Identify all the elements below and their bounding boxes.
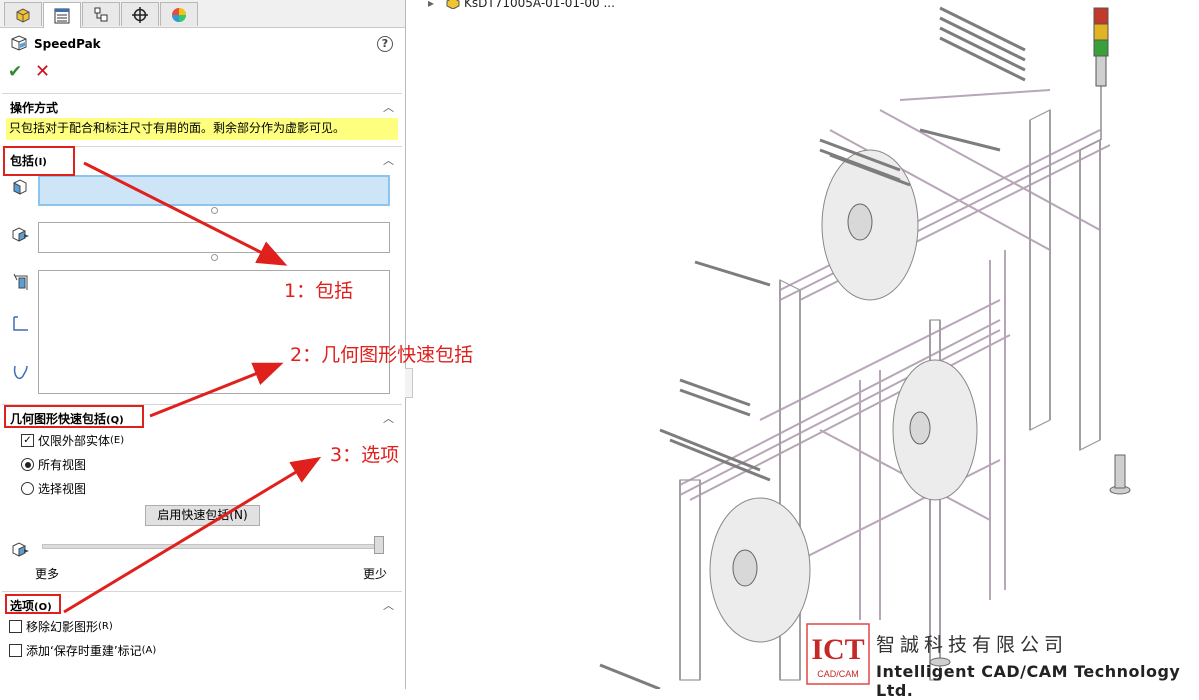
- options-highlight-box: [5, 594, 61, 614]
- divider: [2, 591, 402, 592]
- all-views-radio-row[interactable]: 所有视图: [21, 456, 86, 473]
- annotation-2: 2：几何图形快速包括: [290, 344, 474, 366]
- tab-display-manager[interactable]: [160, 2, 198, 26]
- annotation-1: 1：包括: [284, 280, 354, 302]
- chevron-up-icon[interactable]: ︿: [383, 597, 394, 613]
- page-title: SpeedPak: [34, 37, 101, 51]
- all-views-label: 所有视图: [38, 458, 87, 472]
- body-select-icon: [11, 225, 31, 246]
- select-views-radio-row[interactable]: 选择视图: [21, 480, 86, 497]
- select-views-radio[interactable]: [21, 482, 34, 495]
- sketch-select-icon: [11, 272, 31, 295]
- divider: [2, 93, 402, 94]
- all-views-radio[interactable]: [21, 458, 34, 471]
- remove-ghost-checkbox[interactable]: [9, 620, 22, 633]
- speedpak-icon: [10, 34, 28, 55]
- method-section-header[interactable]: 操作方式: [10, 99, 58, 116]
- include-highlight-box: [3, 146, 75, 176]
- rebuild-mark-key: (A): [141, 645, 157, 656]
- remove-ghost-checkbox-row[interactable]: 移除幻影图形 (R): [9, 618, 113, 635]
- outer-only-checkbox-row[interactable]: ✓ 仅限外部实体 (E): [21, 432, 124, 449]
- quick-include-slider-thumb[interactable]: [374, 536, 384, 554]
- tab-feature-manager[interactable]: [4, 2, 42, 26]
- tab-dimxpert-manager[interactable]: [121, 2, 159, 26]
- enable-quick-include-button[interactable]: 启用快速包括(N): [145, 505, 260, 526]
- resize-handle[interactable]: [211, 207, 218, 214]
- crosshair-icon: [132, 6, 148, 23]
- feature-tree-icon: [16, 7, 30, 23]
- slider-more-label: 更多: [35, 567, 60, 581]
- plane-select-icon: [11, 314, 31, 337]
- ok-button[interactable]: ✔: [8, 62, 22, 82]
- help-icon[interactable]: ?: [377, 36, 393, 52]
- rebuild-mark-label: 添加‘保存时重建’标记: [26, 644, 142, 658]
- company-logo: ICT CAD/CAM: [806, 622, 870, 686]
- outer-only-checkbox[interactable]: ✓: [21, 434, 34, 447]
- bodies-selection-box[interactable]: [38, 222, 390, 253]
- appearance-ball-icon: [172, 7, 186, 22]
- rebuild-mark-checkbox-row[interactable]: 添加‘保存时重建’标记 (A): [9, 642, 156, 659]
- company-name-chinese: 智誠科技有限公司: [876, 634, 1069, 656]
- outer-only-key: (E): [110, 435, 125, 446]
- remove-ghost-key: (R): [98, 621, 113, 632]
- quick-include-highlight-box: [4, 405, 144, 428]
- annotation-3: 3：选项: [330, 444, 400, 466]
- faces-selection-box[interactable]: [38, 175, 390, 206]
- quick-include-slider-track[interactable]: [42, 544, 384, 549]
- select-views-label: 选择视图: [38, 482, 87, 496]
- outer-only-label: 仅限外部实体: [38, 434, 111, 448]
- curve-select-icon: [11, 362, 31, 387]
- method-message: 只包括对于配合和标注尺寸有用的面。剩余部分作为虚影可见。: [6, 118, 398, 140]
- configuration-icon: [94, 7, 108, 21]
- company-name-english: Intelligent CAD/CAM Technology Ltd.: [876, 662, 1181, 700]
- resize-handle[interactable]: [211, 254, 218, 261]
- slider-less-label: 更少: [363, 567, 388, 581]
- logo-text: ICT: [811, 633, 864, 666]
- remove-ghost-label: 移除幻影图形: [26, 620, 99, 634]
- graphics-viewport[interactable]: ▸ KsDT71005A-01-01-00 ...: [406, 0, 1199, 689]
- property-list-icon: [54, 8, 70, 23]
- chevron-up-icon[interactable]: ︿: [383, 152, 394, 168]
- chevron-up-icon[interactable]: ︿: [383, 410, 394, 426]
- quick-include-slider-icon: [11, 540, 31, 561]
- cancel-button[interactable]: ✕: [35, 61, 50, 82]
- manager-tab-bar: [0, 0, 405, 28]
- machine-assembly-model: [599, 6, 1131, 689]
- rebuild-mark-checkbox[interactable]: [9, 644, 22, 657]
- tab-configuration-manager[interactable]: [82, 2, 120, 26]
- logo-subtext: CAD/CAM: [817, 669, 859, 679]
- face-select-icon: [11, 178, 29, 199]
- chevron-up-icon[interactable]: ︿: [383, 99, 394, 115]
- tab-property-manager[interactable]: [43, 2, 81, 28]
